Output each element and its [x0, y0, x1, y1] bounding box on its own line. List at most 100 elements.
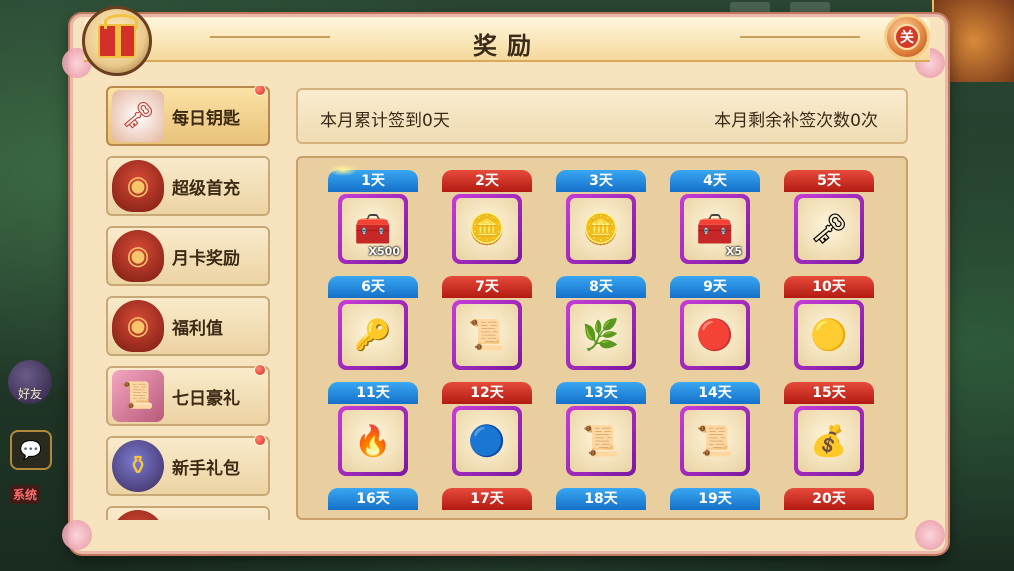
day-label: 6天 [328, 276, 418, 298]
reward-cell[interactable]: 16天 [328, 488, 418, 518]
earth-orb-icon: 🔥 [342, 410, 404, 472]
close-label: 关 [894, 24, 920, 50]
notification-dot [254, 434, 266, 446]
close-button[interactable]: 关 [884, 14, 930, 60]
reward-cell[interactable]: 3天 🪙 [556, 170, 646, 266]
makeup-count-text: 本月剩余补签次数0次 [714, 111, 878, 131]
map-scroll-icon: 📜 [684, 410, 746, 472]
reward-item[interactable]: 🔑 [338, 300, 408, 370]
reward-cell[interactable]: 4天 🧰 X5 [670, 170, 760, 266]
petal-decoration [62, 520, 92, 550]
gold-orb-icon: 🟡 [798, 304, 860, 366]
reward-item[interactable]: 🔴 [680, 300, 750, 370]
jar-icon: ⚱ [112, 440, 164, 492]
reward-item[interactable]: 🗝 [794, 194, 864, 264]
basket-icon: ◉ [112, 160, 164, 212]
day-label: 17天 [442, 488, 532, 510]
sidebar-item[interactable]: 📜 七日豪礼 [106, 364, 270, 426]
gold-key-icon: 🔑 [342, 304, 404, 366]
reward-cell[interactable]: 10天 🟡 [784, 276, 874, 372]
reward-cell[interactable]: 20天 [784, 488, 874, 518]
day-label: 18天 [556, 488, 646, 510]
reward-cell[interactable]: 11天 🔥 [328, 382, 418, 478]
treasure-chest-icon: 🧰 X5 [684, 198, 746, 260]
item-quantity: X500 [368, 245, 400, 258]
reward-item[interactable]: 🪙 [452, 194, 522, 264]
sidebar-item[interactable]: ◉ 超级首充 [106, 156, 270, 216]
scroll-icon-glyph: 📜 [468, 317, 506, 353]
day-label: 8天 [556, 276, 646, 298]
wood-orb-icon: 🌿 [570, 304, 632, 366]
day-label: 19天 [670, 488, 760, 510]
sidebar-item-label: 超级首充 [172, 178, 240, 199]
gold-ingot-icon: 🪙 [456, 198, 518, 260]
reward-cell[interactable]: 5天 🗝 [784, 170, 874, 266]
water-orb-icon: 🔵 [456, 410, 518, 472]
sidebar-item-label: 新手礼包 [172, 458, 240, 479]
map-scroll-icon-glyph: 📜 [582, 423, 620, 459]
sidebar-item-label: 月卡奖励 [172, 248, 240, 269]
friend-label: 好友 [17, 387, 42, 401]
reward-cell[interactable]: 14天 📜 [670, 382, 760, 478]
treasure-box-icon: 💰 [798, 410, 860, 472]
reward-item[interactable]: 🔥 [338, 406, 408, 476]
day-label: 9天 [670, 276, 760, 298]
reward-cell[interactable]: 7天 📜 [442, 276, 532, 372]
gold-ingot-icon-glyph: 🪙 [582, 211, 620, 247]
sidebar-item[interactable]: 🗝 每日钥匙 [106, 86, 270, 146]
friend-button[interactable]: 好友 [8, 360, 52, 404]
map-scroll-icon: 📜 [570, 410, 632, 472]
reward-cell[interactable]: 9天 🔴 [670, 276, 760, 372]
reward-item[interactable]: 🪙 [566, 194, 636, 264]
notification-dot [254, 86, 266, 96]
day-label: 15天 [784, 382, 874, 404]
reward-item[interactable]: 🧰 X500 [338, 194, 408, 264]
fire-orb-icon: 🔴 [684, 304, 746, 366]
reward-item[interactable]: 💰 [794, 406, 864, 476]
reward-cell[interactable]: 2天 🪙 [442, 170, 532, 266]
reward-cell[interactable]: 17天 [442, 488, 532, 518]
chat-icon: 💬 [19, 439, 43, 461]
system-label: 系统 [10, 485, 41, 504]
day-label: 12天 [442, 382, 532, 404]
reward-item[interactable]: 📜 [680, 406, 750, 476]
day-label: 4天 [670, 170, 760, 192]
reward-item[interactable]: 📜 [566, 406, 636, 476]
page-title: 奖励 [473, 32, 541, 60]
reward-grid-container[interactable]: 1天 🧰 X500 2天 🪙 3天 🪙 4天 🧰 X5 5天 🗝 6天 🔑 7天 📜 8天 🌿 9天 🔴 10天 🟡 11天… [296, 156, 908, 520]
gold-orb-icon-glyph: 🟡 [810, 317, 848, 353]
item-quantity: X5 [725, 245, 742, 258]
key-icon-glyph: 🗝 [809, 211, 849, 247]
sidebar-item-label: 福利值 [172, 318, 223, 339]
reward-item[interactable]: 🧰 X5 [680, 194, 750, 264]
sidebar-item-label: 七日豪礼 [172, 388, 240, 409]
basket-icon: ◉ [112, 230, 164, 282]
reward-cell[interactable]: 1天 🧰 X500 [328, 164, 418, 266]
reward-item[interactable]: 🔵 [452, 406, 522, 476]
reward-item[interactable]: 🌿 [566, 300, 636, 370]
sidebar-item[interactable]: ◉ 福利值 [106, 296, 270, 356]
reward-grid: 1天 🧰 X500 2天 🪙 3天 🪙 4天 🧰 X5 5天 🗝 6天 🔑 7天 📜 8天 🌿 9天 🔴 10天 🟡 11天… [328, 164, 874, 518]
reward-cell[interactable]: 15天 💰 [784, 382, 874, 478]
day-label: 3天 [556, 170, 646, 192]
gold-ingot-icon-glyph: 🪙 [468, 211, 506, 247]
sidebar-item[interactable]: ◉ 月卡奖励 [106, 226, 270, 286]
treasure-chest-icon-glyph: 🧰 [354, 211, 392, 247]
reward-cell[interactable]: 12天 🔵 [442, 382, 532, 478]
reward-item[interactable]: 📜 [452, 300, 522, 370]
key-icon: 🗝 [798, 198, 860, 260]
reward-cell[interactable]: 6天 🔑 [328, 276, 418, 372]
reward-item[interactable]: 🟡 [794, 300, 864, 370]
sidebar-item[interactable]: ◉ [106, 506, 270, 520]
chat-button[interactable]: 💬 [10, 430, 52, 470]
day-label: 14天 [670, 382, 760, 404]
day-label: 7天 [442, 276, 532, 298]
reward-cell[interactable]: 8天 🌿 [556, 276, 646, 372]
notification-dot [254, 364, 266, 376]
info-bar: 本月累计签到0天 本月剩余补签次数0次 [296, 88, 908, 144]
day-label: 10天 [784, 276, 874, 298]
reward-cell[interactable]: 19天 [670, 488, 760, 518]
reward-cell[interactable]: 13天 📜 [556, 382, 646, 478]
reward-cell[interactable]: 18天 [556, 488, 646, 518]
sidebar-item[interactable]: ⚱ 新手礼包 [106, 434, 270, 496]
